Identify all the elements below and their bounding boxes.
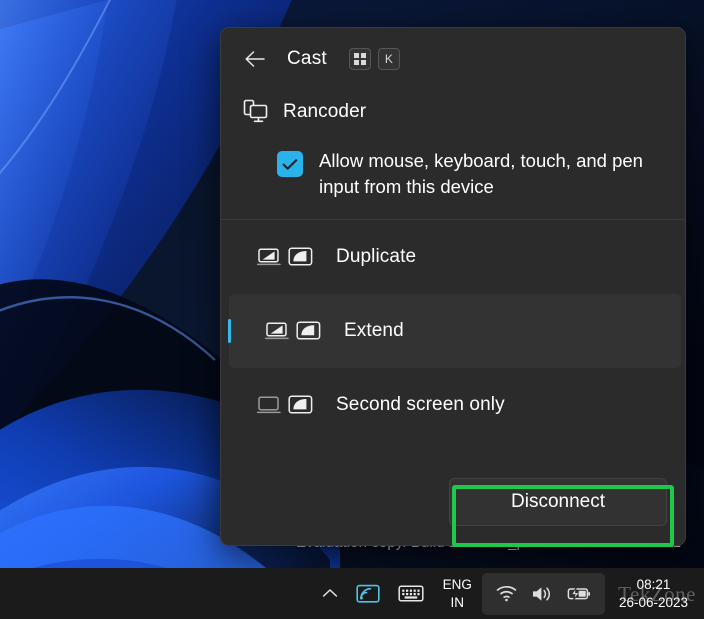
display-mode-list: Duplicate Extend Second screen only bbox=[221, 220, 685, 442]
clock-time: 08:21 bbox=[636, 576, 671, 592]
wifi-icon bbox=[496, 586, 517, 602]
language-line1: ENG bbox=[442, 577, 472, 593]
clock-button[interactable]: 08:21 26-06-2023 bbox=[605, 573, 700, 615]
k-key-badge: K bbox=[377, 48, 400, 70]
volume-icon bbox=[532, 586, 550, 601]
system-tray: ENG IN 08:21 26-06-2023 bbox=[313, 568, 700, 619]
mode-label-duplicate: Duplicate bbox=[336, 245, 417, 267]
page-title: Cast bbox=[287, 48, 327, 69]
mode-option-second-screen-only[interactable]: Second screen only bbox=[221, 368, 685, 442]
second-screen-only-icon bbox=[257, 394, 314, 415]
touch-keyboard-button[interactable] bbox=[389, 573, 433, 615]
windows-key-icon bbox=[354, 53, 366, 65]
selection-accent-bar bbox=[228, 318, 231, 343]
check-icon bbox=[282, 158, 298, 170]
connected-device-row: Rancoder bbox=[221, 90, 685, 134]
taskbar: ENG IN 08:21 26-06-2023 TekZone bbox=[0, 568, 704, 619]
quick-settings-button[interactable] bbox=[481, 572, 605, 615]
mode-option-duplicate[interactable]: Duplicate bbox=[221, 220, 685, 294]
device-name: Rancoder bbox=[283, 101, 367, 122]
extend-screens-icon bbox=[265, 320, 322, 341]
cast-flyout-panel: Cast K Rancoder Allow mouse, keyboard, t… bbox=[220, 27, 686, 546]
desktop: ge Evaluation copy. Build 25314.rs_prere… bbox=[0, 0, 704, 619]
allow-input-checkbox[interactable] bbox=[277, 151, 303, 177]
allow-input-label: Allow mouse, keyboard, touch, and pen in… bbox=[319, 150, 643, 198]
mode-label-extend: Extend bbox=[344, 319, 404, 341]
cast-icon bbox=[356, 584, 380, 603]
battery-charging-icon bbox=[567, 586, 590, 601]
clock-date: 26-06-2023 bbox=[618, 594, 688, 610]
windows-key-badge bbox=[348, 48, 371, 70]
chevron-up-icon bbox=[322, 589, 337, 597]
flyout-header: Cast K bbox=[221, 28, 685, 90]
mode-option-extend[interactable]: Extend bbox=[228, 293, 681, 368]
language-line2: IN bbox=[450, 594, 465, 610]
cast-tray-button[interactable] bbox=[347, 573, 389, 615]
input-permission-row[interactable]: Allow mouse, keyboard, touch, and pen in… bbox=[221, 134, 685, 219]
cast-device-icon bbox=[243, 99, 268, 123]
show-hidden-icons-button[interactable] bbox=[313, 573, 347, 615]
back-button[interactable] bbox=[237, 42, 273, 76]
duplicate-screens-icon bbox=[257, 246, 314, 267]
touch-keyboard-icon bbox=[398, 585, 424, 602]
disconnect-button[interactable]: Disconnect bbox=[449, 478, 667, 526]
back-arrow-icon bbox=[245, 51, 265, 67]
mode-label-second-screen-only: Second screen only bbox=[336, 393, 505, 415]
shortcut-key-badges: K bbox=[348, 48, 400, 70]
language-indicator[interactable]: ENG IN bbox=[433, 573, 482, 615]
flyout-footer: Disconnect bbox=[221, 459, 685, 545]
